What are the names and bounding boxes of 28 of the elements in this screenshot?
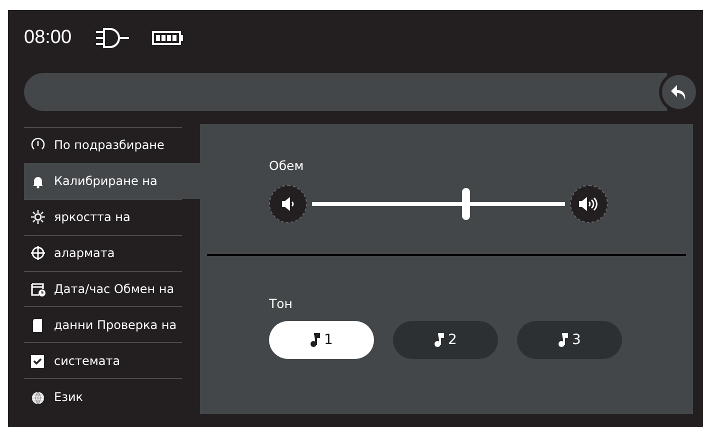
menu-item[interactable]: алармата (24, 234, 182, 270)
tone-button[interactable]: 1 (269, 321, 374, 359)
menu-item[interactable]: яркостта на (24, 198, 182, 235)
music-note-icon (558, 333, 568, 347)
tone-button[interactable]: 3 (517, 321, 622, 359)
menu-item[interactable]: Език (24, 378, 182, 414)
speaker-icon (280, 196, 296, 212)
menu-item[interactable]: Дата/час Обмен на (24, 270, 182, 306)
menu-item[interactable]: данни Проверка на (24, 306, 182, 342)
loud-speaker-icon (578, 196, 600, 212)
tone-label: Тон (269, 296, 294, 311)
menu-item[interactable]: Калибриране на (24, 162, 200, 199)
menu-item[interactable]: системата (24, 342, 182, 378)
clock-time: 08:00 (24, 27, 72, 49)
crosshair-icon (30, 245, 46, 262)
volume-label: Обем (269, 158, 305, 173)
back-arrow-icon (670, 83, 688, 101)
volume-down-button[interactable] (269, 185, 307, 223)
checkbox-icon (30, 352, 46, 369)
battery-icon (152, 30, 184, 46)
sun-icon (30, 209, 46, 226)
plug-icon (94, 27, 130, 49)
calendar-clock-icon (30, 280, 46, 297)
slider-thumb[interactable] (462, 188, 470, 220)
music-note-icon (310, 333, 320, 347)
volume-up-button[interactable] (570, 185, 608, 223)
tone-button[interactable]: 2 (393, 321, 498, 359)
music-note-icon (434, 333, 444, 347)
